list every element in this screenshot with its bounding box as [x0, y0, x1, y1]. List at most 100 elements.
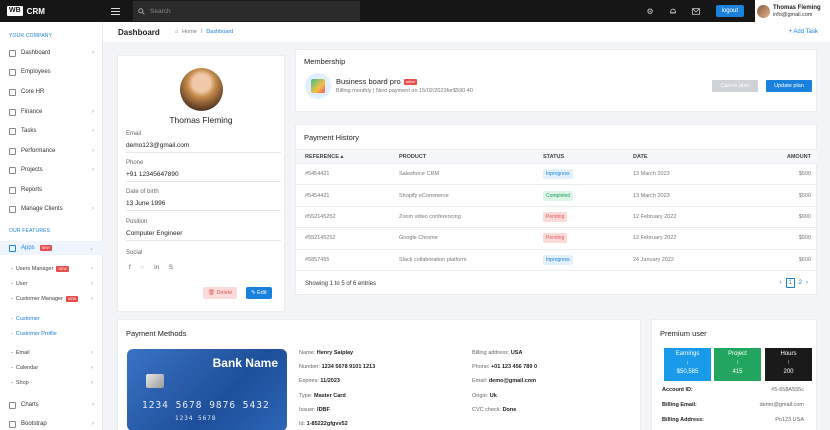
- row-label: Account ID:: [662, 387, 693, 393]
- table-row: #552145252 Google Chrome Pending 12 Febr…: [296, 227, 817, 250]
- card-number-small: 1234 5678: [175, 415, 217, 422]
- sort-icon[interactable]: ▴: [340, 154, 343, 160]
- brand[interactable]: WB CRM: [0, 6, 103, 16]
- card-detail-billing-address: Billing address: USA: [472, 350, 523, 356]
- bootstrap-icon: [9, 420, 16, 428]
- sidebar-sub-customer[interactable]: - Customer: [11, 316, 40, 322]
- topbar: WB CRM ⚙ logout Thomas Fleming info@gmai…: [0, 0, 830, 22]
- cell-reference: #552145252: [296, 227, 399, 250]
- home-icon[interactable]: ⌂: [175, 29, 178, 35]
- sidebar-sub-shop[interactable]: - Shop: [11, 380, 29, 386]
- column-header-status: STATUS: [543, 149, 633, 164]
- chevron-down-icon: ⌄: [88, 245, 94, 252]
- card-detail-origin: Origin: Uk: [472, 393, 497, 399]
- search-box[interactable]: [133, 1, 229, 21]
- chevron-right-icon: ›: [92, 50, 94, 56]
- whatsapp-icon[interactable]: ◌: [141, 265, 145, 271]
- sidebar-sub-customer-profile[interactable]: - Customer Profile: [11, 331, 57, 337]
- sidebar-item-label: Reports: [21, 187, 43, 193]
- cell-amount: $900: [733, 206, 817, 229]
- crumb-current: Dashboard: [206, 29, 234, 35]
- crumb-home[interactable]: Home: [182, 29, 197, 35]
- edit-button[interactable]: ✎ Edit: [246, 287, 272, 299]
- chevron-right-icon: ›: [91, 266, 93, 272]
- sub-label: Customer Profile: [15, 331, 57, 337]
- cell-status: Completed: [543, 184, 633, 207]
- core-hr-icon: [9, 88, 16, 96]
- sidebar-sub-users-manager[interactable]: - Users Manager NEW: [11, 266, 69, 272]
- skype-icon[interactable]: S: [169, 265, 173, 271]
- sidebar-item-employees[interactable]: Employees: [0, 65, 103, 79]
- page-1[interactable]: 1: [785, 278, 795, 288]
- earnings-tile: Earnings ↓ $50,585: [664, 348, 711, 381]
- account-id-row: Account ID: #5-658A555c: [662, 387, 804, 393]
- sidebar-sub-email[interactable]: - Email: [11, 350, 30, 356]
- profile-avatar: [180, 68, 223, 111]
- card-detail-id: Id: 1-85222gfgvv52: [299, 421, 348, 427]
- bell-icon[interactable]: [662, 7, 685, 15]
- cell-status: Pending: [543, 227, 633, 250]
- sidebar-item-core-hr[interactable]: Core HR: [0, 85, 103, 99]
- social-links: f ◌ in S: [129, 265, 173, 271]
- linkedin-icon[interactable]: in: [154, 265, 159, 271]
- sidebar-item-charts[interactable]: Charts ›: [0, 398, 103, 412]
- sidebar-sub-user[interactable]: - User: [11, 281, 27, 287]
- sidebar-item-manage-clients[interactable]: Manage Clients ›: [0, 202, 103, 216]
- sidebar-item-label: Manage Clients: [21, 206, 63, 212]
- prev-page-icon[interactable]: ‹: [780, 280, 782, 286]
- sidebar-item-reports[interactable]: Reports: [0, 183, 103, 197]
- column-header-reference[interactable]: REFERENCE ▴: [296, 149, 399, 164]
- chevron-right-icon: ›: [91, 281, 93, 287]
- sidebar-item-apps[interactable]: Apps NEW ⌄: [0, 241, 103, 255]
- page-title: Dashboard: [118, 27, 160, 37]
- stat-label: Project: [728, 351, 747, 357]
- crumb-separator: /: [200, 29, 203, 35]
- sidebar-sub-calendar[interactable]: - Calendar: [11, 365, 38, 371]
- table-row: #5454421 Shopify eCommerce Completed 13 …: [296, 184, 817, 207]
- user-menu[interactable]: Thomas Fleming info@gmail.com: [755, 0, 830, 22]
- column-header-amount: AMOUNT: [733, 149, 817, 164]
- page-2[interactable]: 2: [799, 280, 802, 286]
- sidebar-sub-customer-manager[interactable]: - Customer Manager NEW: [11, 296, 79, 302]
- card-detail-expires: Expires: 11/2023: [299, 378, 340, 384]
- next-page-icon[interactable]: ›: [806, 280, 808, 286]
- sidebar-item-finance[interactable]: Finance ›: [0, 105, 103, 119]
- settings-icon[interactable]: ⚙: [639, 7, 662, 16]
- search-strip: [229, 1, 360, 21]
- plan-name: Business board pro active: [336, 77, 417, 86]
- row-value: #5-658A555c: [771, 387, 804, 393]
- facebook-icon[interactable]: f: [129, 265, 131, 271]
- cancel-plan-button[interactable]: Cancle plan: [712, 80, 758, 92]
- sidebar-item-projects[interactable]: Projects ›: [0, 163, 103, 177]
- update-plan-button[interactable]: Update plan: [766, 80, 812, 92]
- finance-icon: [9, 108, 16, 116]
- search-icon: [138, 7, 145, 15]
- dob-field: Date of birth 13 June 1996: [126, 189, 281, 211]
- field-label: Phone: [126, 160, 144, 166]
- sub-label: Users Manager: [15, 266, 54, 272]
- user-name: Thomas Fleming: [773, 4, 821, 11]
- menu-toggle-icon[interactable]: [103, 7, 127, 15]
- card-detail-type: Type: Master Card: [299, 393, 346, 399]
- dashboard-icon: [9, 49, 16, 57]
- cell-product: Google Chrome: [399, 227, 543, 250]
- sidebar-item-performance[interactable]: Performance ›: [0, 144, 103, 158]
- sidebar-item-dashboard[interactable]: Dashboard ›: [0, 46, 103, 60]
- delete-button[interactable]: 🗑 Delete: [203, 287, 238, 299]
- tasks-icon: [9, 127, 16, 135]
- stat-value: 200: [783, 369, 794, 375]
- mail-icon[interactable]: [685, 7, 708, 15]
- logout-button[interactable]: logout: [715, 5, 744, 17]
- arrow-up-icon: ↑: [787, 360, 790, 366]
- search-input[interactable]: [150, 7, 220, 15]
- cell-product: Shopify eCommerce: [399, 184, 543, 207]
- sidebar-item-label: Core HR: [21, 89, 45, 95]
- cell-reference: #5454421: [296, 163, 399, 186]
- add-task-button[interactable]: + Add Task: [789, 29, 818, 35]
- bank-card: Bank Name 1234 5678 9876 5432 1234 5678: [127, 349, 287, 430]
- sidebar-item-tasks[interactable]: Tasks ›: [0, 124, 103, 138]
- table-header-row: REFERENCE ▴ PRODUCT STATUS DATE AMOUNT: [296, 149, 817, 164]
- stat-label: Hours: [780, 351, 797, 357]
- sidebar-item-bootstrap[interactable]: Bootstrap ›: [0, 417, 103, 430]
- card-detail-phone: Phone: +01 123 456 789 0: [472, 364, 537, 370]
